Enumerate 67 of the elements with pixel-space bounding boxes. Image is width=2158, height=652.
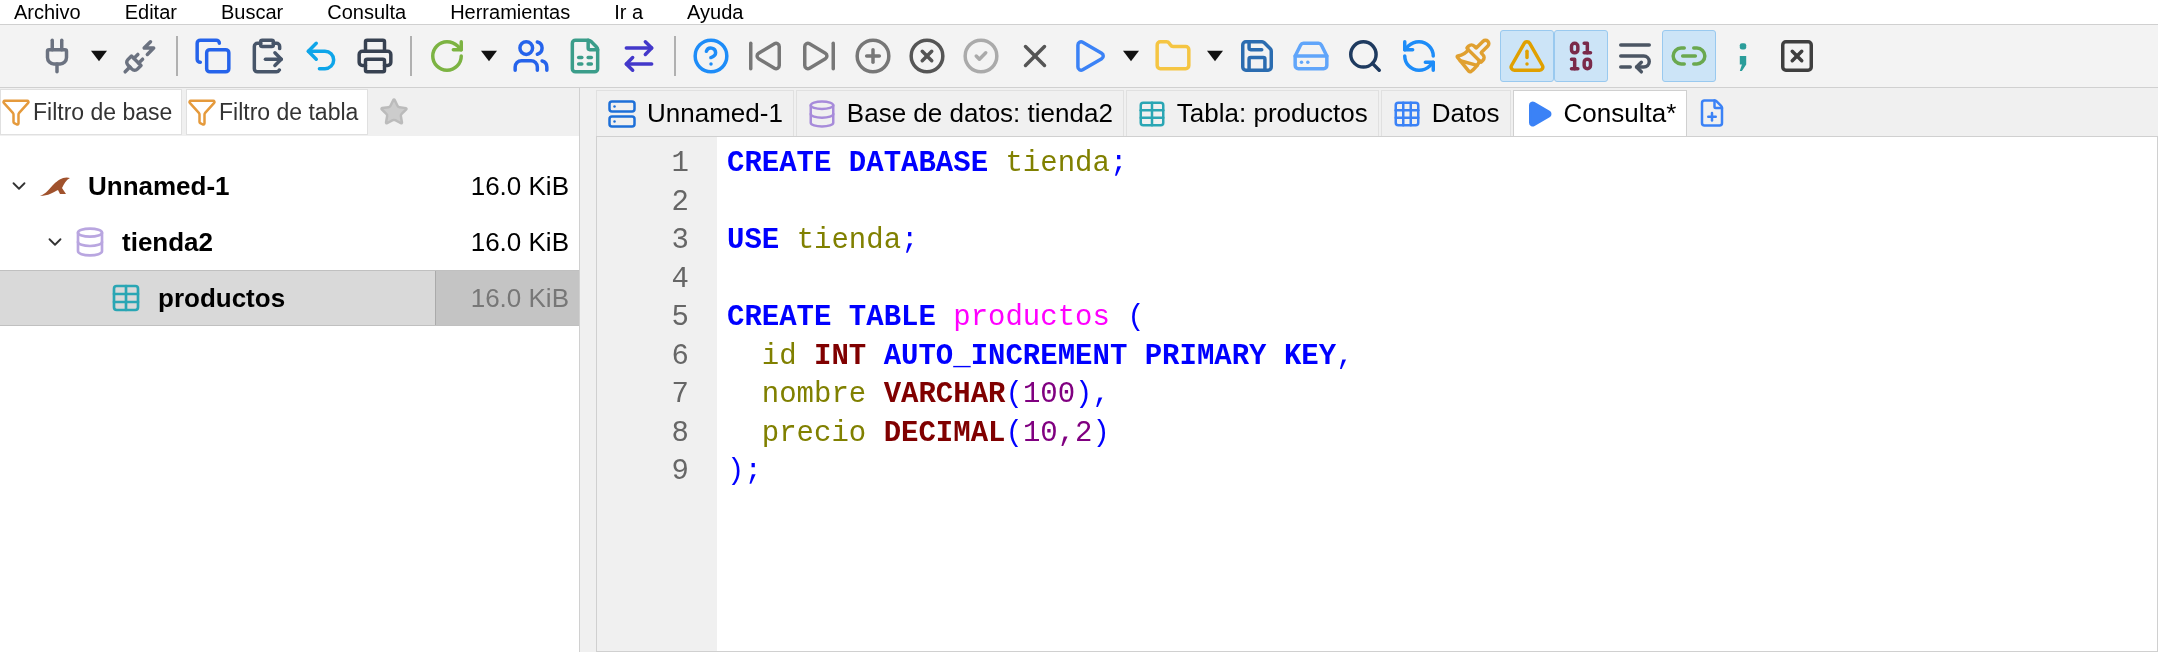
- line-number: 5: [671, 300, 689, 336]
- code-line: CREATE DATABASE tienda;: [727, 146, 1128, 182]
- line-number: 8: [671, 415, 689, 452]
- copy-icon: [194, 37, 232, 75]
- menu-item[interactable]: Ir a: [614, 0, 644, 24]
- line-number: 1: [671, 146, 689, 182]
- code-line: USE tienda;: [727, 223, 919, 259]
- tree-item[interactable]: productos 16.0 KiB: [0, 270, 579, 326]
- menu-item[interactable]: Consulta: [327, 0, 407, 24]
- server-icon: [607, 98, 637, 129]
- binary-button[interactable]: [1554, 30, 1608, 82]
- help-icon: [692, 37, 730, 75]
- funnel-icon: [1, 97, 31, 127]
- tree-label: tienda2: [122, 225, 214, 259]
- table-icon: [110, 282, 142, 314]
- line-number: 3: [671, 223, 689, 259]
- menu-item[interactable]: Archivo: [14, 0, 81, 24]
- size-cell: 16.0 KiB: [435, 271, 579, 325]
- tree-label: Unnamed-1: [88, 169, 230, 203]
- menu-item[interactable]: Herramientas: [450, 0, 571, 24]
- caret-icon: [1123, 50, 1139, 62]
- funnel-icon: [187, 97, 217, 127]
- menu-item[interactable]: Editar: [124, 0, 177, 24]
- code-line: nombre VARCHAR(100),: [760, 377, 1110, 413]
- tab[interactable]: Base de datos: tienda2: [795, 90, 1124, 136]
- line-number: 9: [671, 454, 689, 490]
- tree-label: productos: [158, 281, 286, 315]
- caret-icon: [1207, 50, 1223, 62]
- caret-icon: [481, 50, 497, 62]
- line-number: 6: [671, 338, 689, 375]
- code-line: CREATE TABLE productos (: [727, 300, 1145, 336]
- refresh-icon: [428, 37, 466, 75]
- filter-input[interactable]: Filtro de tabla: [217, 94, 367, 130]
- database-icon: [74, 226, 106, 258]
- caret-icon: [91, 50, 107, 62]
- menu-item[interactable]: Buscar: [220, 0, 284, 24]
- close-icon: [1778, 37, 1816, 75]
- line-number: 4: [671, 261, 689, 298]
- filter-input[interactable]: Filtro de base: [31, 94, 181, 130]
- filter-field[interactable]: Filtro de base: [0, 89, 182, 135]
- users-icon: [512, 37, 550, 75]
- tree-item[interactable]: tienda2 16.0 KiB: [0, 214, 579, 270]
- tab[interactable]: Consulta*: [1512, 90, 1688, 136]
- tab[interactable]: Unnamed-1: [596, 90, 794, 136]
- size-cell-text: 16.0 KiB: [469, 169, 570, 203]
- tree-item[interactable]: Unnamed-1 16.0 KiB: [0, 158, 579, 214]
- code-editor[interactable]: 1 2 3 4 5 6 7 8 9 CREATE DATABASE tienda; USE tienda; CREATE TABLE productos ( id INT AUTO_INCREMENT PRIMARY KEY, nombre VARCHAR(100), precio DECIMAL(10,2) );: [596, 136, 2158, 652]
- size-cell-text: 16.0 KiB: [469, 225, 570, 259]
- broom-icon: [1454, 37, 1492, 75]
- line-number: 7: [671, 377, 689, 413]
- plus-circle-icon: [854, 37, 892, 75]
- warning-icon: [1508, 37, 1546, 75]
- code-line: precio DECIMAL(10,2): [760, 415, 1110, 452]
- star-icon: [379, 97, 409, 127]
- check-circle-icon: [962, 37, 1000, 75]
- x-circle-icon: [908, 37, 946, 75]
- code-line: );: [727, 454, 762, 490]
- save-icon: [1238, 37, 1276, 75]
- line-number: 2: [671, 184, 689, 221]
- tab[interactable]: Datos: [1380, 90, 1511, 136]
- menu-item[interactable]: Ayuda: [687, 0, 744, 24]
- filter-field[interactable]: Filtro de tabla: [186, 89, 368, 135]
- search-icon: [1346, 37, 1384, 75]
- code-line: id INT AUTO_INCREMENT PRIMARY KEY,: [760, 338, 1354, 375]
- tab[interactable]: Tabla: productos: [1125, 90, 1379, 136]
- printer-icon: [356, 37, 394, 75]
- replace-icon: [1400, 37, 1438, 75]
